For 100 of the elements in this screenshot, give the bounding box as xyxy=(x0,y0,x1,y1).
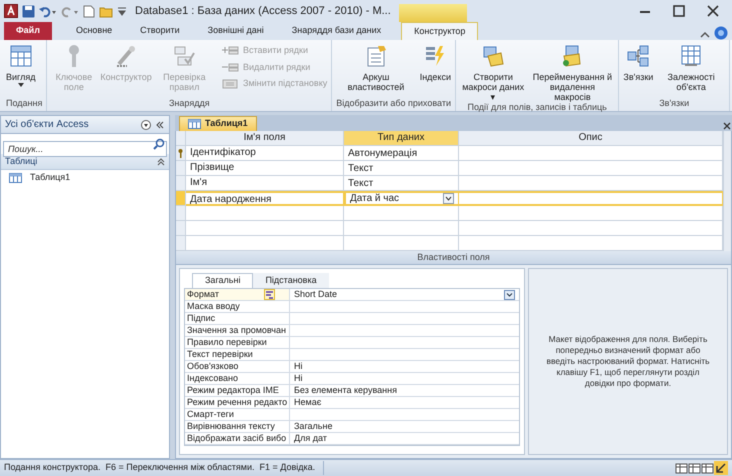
table-cell: Текст xyxy=(344,161,459,176)
ribbon-button[interactable]: Індекси xyxy=(420,44,451,82)
help-text: Макет відображення для поля. Виберіть попередньо визначений формат або введіть настроюваний формат. Натисніть клавішу F1, щоб переглянути розділ довідки про формати. xyxy=(545,334,711,389)
property-label: Індексовано xyxy=(187,373,240,384)
ribbon-button[interactable]: Вигляд xyxy=(6,44,36,88)
table-cell: Автонумерація xyxy=(344,146,459,161)
ribbon-group-label: Знаряддя xyxy=(168,98,211,109)
ribbon-icon xyxy=(481,44,506,68)
ribbon-group-label: Події для полів, записів і таблиць xyxy=(466,102,608,113)
builder-icon[interactable] xyxy=(264,289,275,300)
redo-icon[interactable] xyxy=(61,4,79,18)
navigation-item[interactable]: Таблиця1 xyxy=(1,170,169,186)
ribbon-tab[interactable]: Конструктор xyxy=(401,22,478,40)
property-tab[interactable]: Підстановка xyxy=(253,273,329,288)
save-icon[interactable] xyxy=(22,4,35,18)
table-cell[interactable] xyxy=(186,221,344,236)
table-cell: Прізвище xyxy=(186,161,344,176)
new-file-icon[interactable] xyxy=(83,4,95,18)
property-label: Обов'язково xyxy=(187,361,240,372)
table-cell[interactable] xyxy=(459,191,723,206)
design-view-icon[interactable] xyxy=(714,461,728,475)
minimize-ribbon-icon[interactable] xyxy=(700,30,710,40)
collapse-group-icon[interactable] xyxy=(157,158,165,166)
column-header: Тип даних xyxy=(344,131,459,146)
table-cell: Текст xyxy=(344,176,459,191)
property-dropdown[interactable]: Short Date xyxy=(290,289,519,301)
search-icon[interactable] xyxy=(153,138,165,150)
property-label: Значення за промовчан xyxy=(187,325,287,336)
folder-icon[interactable] xyxy=(99,4,113,18)
window-title: Database1 : База даних (Access 2007 - 2010) - M... xyxy=(135,4,391,19)
ribbon-tab[interactable]: Основне xyxy=(64,22,124,40)
group-header: Таблиці xyxy=(5,154,38,168)
property-tab[interactable]: Загальні xyxy=(192,273,254,288)
ribbon-icon xyxy=(172,44,196,68)
search-field[interactable]: Пошук... xyxy=(3,141,167,157)
table-cell: Дата народження xyxy=(186,191,344,206)
ribbon-tab[interactable]: Знаряддя бази даних xyxy=(280,22,394,40)
property-value[interactable]: Загальне xyxy=(290,421,519,433)
contextual-tab-header xyxy=(398,4,467,22)
status-text: Подання конструктора. F6 = Переключення між областями. F1 = Довідка. xyxy=(4,461,324,475)
ribbon-icon xyxy=(679,44,704,68)
column-header: Ім'я поля xyxy=(186,131,344,146)
ribbon-button[interactable]: Перейменування й видалення макросів xyxy=(530,44,614,102)
table-cell[interactable] xyxy=(459,221,723,236)
ribbon-small-icon xyxy=(221,45,240,56)
property-label: Відображати засіб вибо xyxy=(187,433,287,444)
close-icon[interactable] xyxy=(722,121,732,131)
table-cell[interactable] xyxy=(344,206,459,221)
property-value[interactable]: Немає xyxy=(290,397,519,409)
property-label: Смарт-теги xyxy=(187,409,235,420)
column-header: Опис xyxy=(459,131,723,146)
ribbon-tab[interactable]: Зовнішні дані xyxy=(196,22,276,40)
property-label: Текст перевірки xyxy=(187,349,254,360)
property-label: Режим речення редакто xyxy=(187,397,288,408)
property-label: Маска вводу xyxy=(187,301,241,312)
row-selector-header xyxy=(176,131,186,146)
ribbon-small-icon xyxy=(221,78,240,90)
ribbon-group-label: Відобразити або приховати xyxy=(336,98,451,109)
table-cell[interactable] xyxy=(459,206,723,221)
dropdown-icon[interactable] xyxy=(141,120,151,130)
ribbon-tab[interactable]: Файл xyxy=(4,22,52,40)
collapse-icon[interactable] xyxy=(155,120,165,130)
ribbon-button[interactable]: Зв'язки xyxy=(623,44,654,82)
table-cell[interactable] xyxy=(344,221,459,236)
document-tab[interactable]: Таблиця1 xyxy=(179,116,257,131)
table-cell: Ідентифікатор xyxy=(186,146,344,161)
pane-title: Усі об'єкти Access xyxy=(5,118,90,132)
ribbon-tab[interactable]: Створити xyxy=(128,22,192,40)
datasheet-view-icon[interactable] xyxy=(675,462,688,474)
undo-icon[interactable] xyxy=(39,4,57,18)
section-title: Властивості поля xyxy=(417,251,490,264)
ribbon-icon xyxy=(626,44,650,68)
ribbon-button[interactable]: Створити макроси даних ▾ xyxy=(460,44,526,102)
ribbon-small-icon xyxy=(221,62,240,73)
ribbon-group-label: Подання xyxy=(6,98,42,109)
ribbon-icon xyxy=(8,44,33,68)
property-value[interactable]: Ні xyxy=(290,361,519,373)
ribbon-button[interactable]: Залежності об'єкта xyxy=(657,44,726,92)
table-cell[interactable] xyxy=(459,146,723,161)
table-icon xyxy=(188,119,201,129)
property-value[interactable]: Ні xyxy=(290,373,519,385)
data-type-dropdown[interactable]: Дата й час xyxy=(344,191,459,206)
customize-icon[interactable] xyxy=(117,4,127,18)
row-selector[interactable] xyxy=(176,146,186,161)
scrollbar[interactable] xyxy=(723,131,731,251)
property-label: Режим редактора IME xyxy=(187,385,280,396)
ribbon-group-label: Зв'язки xyxy=(658,98,690,109)
table-cell[interactable] xyxy=(459,176,723,191)
table-cell[interactable] xyxy=(459,161,723,176)
help-icon[interactable] xyxy=(714,26,728,40)
property-value[interactable]: Для дат xyxy=(290,433,519,445)
property-label: Формат xyxy=(187,289,220,300)
table-cell: Ім'я xyxy=(186,176,344,191)
ribbon-button[interactable]: Аркуш властивостей xyxy=(336,44,416,92)
caret-icon xyxy=(18,82,24,88)
table-cell[interactable] xyxy=(186,206,344,221)
property-label: Підпис xyxy=(187,313,216,324)
property-value[interactable]: Без елемента керування xyxy=(290,385,519,397)
dropdown-arrow-icon[interactable] xyxy=(504,290,515,300)
property-label: Вирівнювання тексту xyxy=(187,421,276,432)
